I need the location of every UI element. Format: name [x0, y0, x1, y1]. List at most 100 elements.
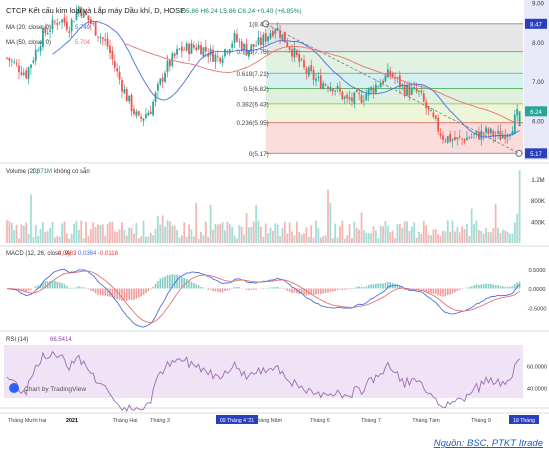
price-tick: 6.00 [532, 119, 544, 125]
macd-histogram-bar [382, 283, 384, 289]
volume-bar [118, 229, 121, 243]
candle-body [456, 137, 459, 140]
volume-bar [209, 204, 212, 243]
volume-bar [336, 237, 339, 243]
macd-histogram-bar [130, 288, 133, 301]
volume-bar [224, 230, 226, 243]
candle-body [370, 87, 372, 91]
macd-histogram-bar [99, 288, 102, 296]
macd-histogram-bar [384, 282, 387, 289]
volume-bar [317, 228, 320, 243]
candle-body [125, 88, 128, 102]
macd-tick: 0.0000 [528, 287, 545, 293]
macd-value: 0.0483 [58, 251, 77, 257]
candle-body [454, 137, 456, 141]
candle-body [140, 116, 143, 119]
volume-bar [406, 221, 408, 243]
volume-bar [207, 236, 210, 243]
candle-body [104, 39, 107, 41]
macd-histogram-bar [250, 288, 253, 290]
macd-histogram-bar [319, 288, 322, 295]
volume-bar [456, 227, 459, 243]
volume-bar [56, 235, 59, 243]
candle-body [458, 136, 461, 138]
volume-bar [250, 226, 253, 243]
macd-histogram-bar [276, 286, 279, 289]
candle-body [367, 88, 370, 96]
macd-histogram-bar [367, 285, 370, 289]
volume-note: không có sẵn [54, 168, 90, 175]
macd-histogram-bar [54, 280, 56, 289]
macd-histogram-bar [451, 288, 454, 294]
macd-histogram-bar [102, 288, 104, 296]
volume-bar [379, 225, 382, 243]
macd-histogram-bar [456, 288, 459, 292]
tradingview-watermark: Chart by TradingView [24, 386, 86, 393]
candle-body [192, 44, 195, 48]
volume-bar [260, 226, 262, 243]
macd-histogram-bar [329, 288, 332, 292]
price-tick: 7.00 [532, 80, 544, 86]
volume-bar [68, 238, 71, 243]
candle-body [425, 101, 428, 109]
volume-bar [109, 221, 111, 243]
macd-histogram-bar [92, 288, 95, 292]
volume-bar [44, 231, 47, 243]
fib-zone [265, 88, 523, 104]
volume-bar [391, 230, 394, 243]
macd-histogram-bar [487, 283, 490, 289]
macd-histogram-bar [468, 286, 471, 289]
volume-bar [46, 230, 49, 243]
candle-body [346, 94, 349, 99]
volume-bar [34, 224, 37, 243]
volume-value: 1.371M [32, 169, 52, 175]
candle-body [307, 67, 310, 76]
candle-body [13, 61, 16, 63]
volume-bar [13, 230, 16, 243]
volume-bar [185, 236, 188, 243]
candle-body [288, 46, 291, 50]
volume-bar [353, 221, 356, 243]
volume-bar [307, 236, 310, 243]
volume-bar [367, 233, 370, 243]
x-end-label: 18 Tháng [513, 418, 535, 424]
macd-histogram-bar [123, 288, 126, 301]
macd-histogram-bar [420, 288, 423, 290]
candle-body [10, 60, 13, 62]
candle-body [221, 58, 224, 63]
candle-body [58, 21, 61, 23]
macd-histogram-bar [466, 287, 468, 289]
volume-bar [101, 224, 104, 243]
macd-histogram-bar [56, 281, 59, 289]
candle-body [185, 43, 188, 51]
candle-body [315, 78, 317, 81]
volume-bar [506, 231, 509, 243]
candle-body [398, 75, 401, 88]
volume-bar [315, 220, 317, 243]
macd-histogram-bar [370, 284, 372, 289]
macd-histogram-bar [449, 288, 451, 295]
macd-histogram-bar [169, 274, 171, 289]
volume-bar [463, 229, 466, 243]
volume-bar [255, 205, 258, 243]
x-highlight-label: 09 Tháng 4 '21 [220, 418, 254, 424]
candle-body [65, 21, 68, 30]
x-tick: Tháng Mười hai [8, 418, 46, 424]
candle-body [30, 64, 32, 69]
candle-body [358, 92, 361, 94]
volume-bar [466, 223, 468, 243]
candle-body [418, 90, 420, 92]
candle-body [489, 128, 492, 134]
volume-bar [384, 220, 387, 243]
candle-body [271, 31, 274, 36]
volume-bar [410, 226, 413, 243]
volume-bar [236, 238, 238, 243]
candle-body [466, 137, 468, 141]
volume-bar [274, 223, 277, 243]
candle-body [243, 43, 246, 50]
candle-body [415, 88, 418, 92]
volume-bar [331, 238, 334, 243]
volume-bar [180, 235, 183, 243]
candle-body [68, 31, 71, 34]
volume-bar [511, 233, 514, 243]
